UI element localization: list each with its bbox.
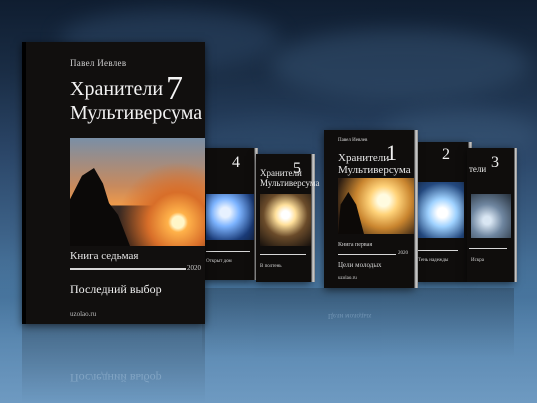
cover-image [416, 182, 464, 238]
book-title: Хранители Мультиверсума [338, 152, 411, 176]
book-site: uzolao.ru [70, 310, 97, 318]
cover-rule [416, 250, 458, 251]
book-name: В полтень [260, 264, 282, 269]
book-number: 3 [491, 154, 499, 171]
book-year: 2020 [187, 264, 201, 272]
book-name: Открыт дом [206, 259, 232, 264]
cover-image [206, 194, 254, 240]
book-name: Искра [471, 258, 484, 263]
book-number: 4 [232, 154, 240, 171]
cover-silhouette [338, 192, 364, 234]
book-number: 2 [442, 146, 450, 163]
book-spine [514, 148, 517, 282]
cover-image [260, 194, 311, 246]
book-name: Последний выбор [70, 282, 162, 296]
cover-image [70, 138, 205, 246]
book-1: Павел Иевлев Хранители Мультиверсума 1 Кн… [324, 130, 418, 288]
book-number: 5 [293, 160, 301, 177]
book-site: uzolao.ru [338, 276, 357, 281]
book-edge [22, 42, 26, 324]
book-number: 1 [386, 140, 397, 165]
cover-rule [260, 254, 306, 255]
book-5: Хранители Мультиверсума 5 В полтень [256, 154, 319, 282]
cover-rule [338, 254, 396, 255]
cover-rule [70, 268, 186, 270]
book-author: Павел Иевлев [338, 138, 368, 143]
cloud [270, 30, 530, 100]
book-spine [414, 130, 418, 288]
book-year: 2020 [398, 251, 408, 256]
book-title: тели [469, 164, 487, 174]
book-7: Павел Иевлев Хранители Мультиверсума 7 К… [22, 42, 205, 324]
book-name: Цели молодых [338, 261, 382, 269]
book-name: Тень надежды [418, 258, 449, 263]
reflection-name: Цели молодых [328, 312, 372, 320]
reflection-name: Последний выбор [70, 371, 162, 385]
book-4: 4 Открыт дом [202, 148, 258, 280]
books-reflection: Цели молодых [202, 288, 514, 358]
main-book-reflection: Последний выбор [22, 324, 205, 403]
cover-image [471, 194, 511, 238]
scene: 4 Открыт дом Хранители Мультиверсума 5 В … [0, 0, 537, 403]
book-subtitle: Книга первая [338, 242, 373, 248]
book-2: 2 Тень надежды [416, 142, 472, 282]
book-title: Хранители Мультиверсума [260, 168, 320, 188]
cover-image [338, 178, 414, 234]
book-author: Павел Иевлев [70, 58, 127, 68]
cover-rule [469, 248, 507, 249]
book-3: тели 3 Искра [467, 148, 517, 282]
cover-rule [206, 251, 250, 252]
book-title-line1: Хранители [70, 78, 164, 100]
book-number: 7 [166, 70, 183, 107]
cover-silhouette [70, 168, 130, 246]
book-subtitle: Книга седьмая [70, 250, 139, 262]
